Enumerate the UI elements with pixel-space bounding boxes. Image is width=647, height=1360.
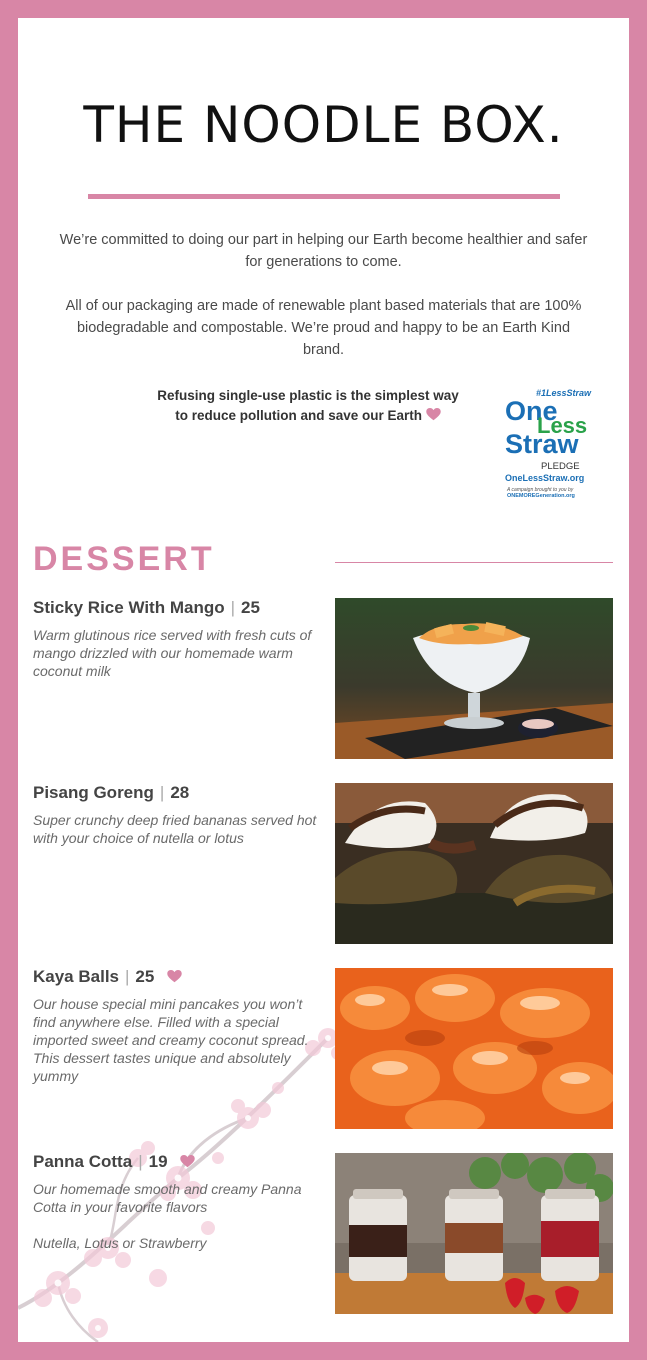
logo-org: ONEMOREGeneration.org — [507, 493, 575, 499]
item-description: Super crunchy deep fried bananas served … — [33, 812, 317, 846]
pledge-line-1: Refusing single-use plastic is the simpl… — [157, 388, 459, 403]
section-divider — [335, 562, 613, 563]
item-name: Kaya Balls — [33, 967, 119, 986]
item-price: 25 — [135, 967, 155, 986]
item-description: Warm glutinous rice served with fresh cu… — [33, 627, 312, 679]
sticky-rice-mango-photo — [335, 598, 613, 759]
intro-paragraph-2: All of our packaging are made of renewab… — [65, 298, 582, 358]
pisang-goreng-photo — [335, 783, 613, 944]
price-separator: | — [138, 1152, 143, 1171]
logo-pledge-label: PLEDGE — [541, 461, 580, 472]
brand-logo: THE NOODLE BOX. — [83, 96, 564, 154]
menu-item: Pisang Goreng | 28 Super crunchy deep frie… — [33, 781, 323, 847]
pledge-line-2: to reduce pollution and save our Earth — [175, 408, 423, 423]
heart-icon — [426, 408, 441, 421]
menu-item: Panna Cotta | 19 Our homemade smooth and c… — [33, 1150, 323, 1252]
pledge-line-2-wrap: to reduce pollution and save our Earth — [128, 406, 488, 426]
kaya-balls-photo — [335, 968, 613, 1129]
favorite-heart-icon — [180, 1155, 195, 1168]
intro-paragraph-1: We’re committed to doing our part in hel… — [59, 232, 588, 270]
price-separator: | — [230, 598, 236, 617]
brand-divider — [88, 194, 560, 199]
item-header: Pisang Goreng | 28 — [33, 781, 323, 805]
item-name: Sticky Rice With Mango — [33, 598, 225, 617]
menu-page: THE NOODLE BOX. We’re committed to doing… — [18, 18, 629, 1342]
item-price: 28 — [170, 783, 190, 802]
item-description: Our house special mini pancakes you won’… — [33, 996, 309, 1084]
price-separator: | — [125, 967, 130, 986]
price-separator: | — [159, 783, 165, 802]
menu-item: Kaya Balls | 25 Our house special mini pan… — [33, 965, 323, 1085]
item-price: 19 — [148, 1152, 168, 1171]
item-name: Panna Cotta — [33, 1152, 133, 1171]
favorite-heart-icon — [167, 970, 182, 983]
item-header: Sticky Rice With Mango | 25 — [33, 596, 323, 620]
logo-word-straw: Straw — [505, 429, 579, 459]
item-name: Pisang Goreng — [33, 783, 154, 802]
item-header: Kaya Balls | 25 — [33, 965, 323, 989]
item-price: 25 — [241, 598, 260, 617]
one-less-straw-logo: #1LessStraw One Less Straw PLEDGE OneLes… — [501, 384, 601, 499]
logo-url: OneLessStraw.org — [505, 473, 585, 483]
menu-item: Sticky Rice With Mango | 25 Warm glutinous… — [33, 596, 323, 680]
item-flavors: Nutella, Lotus or Strawberry — [33, 1235, 207, 1251]
panna-cotta-photo — [335, 1153, 613, 1314]
pledge-statement: Refusing single-use plastic is the simpl… — [128, 386, 488, 426]
item-header: Panna Cotta | 19 — [33, 1150, 323, 1174]
item-description: Our homemade smooth and creamy Panna Cot… — [33, 1181, 302, 1215]
section-title: DESSERT — [33, 540, 215, 578]
